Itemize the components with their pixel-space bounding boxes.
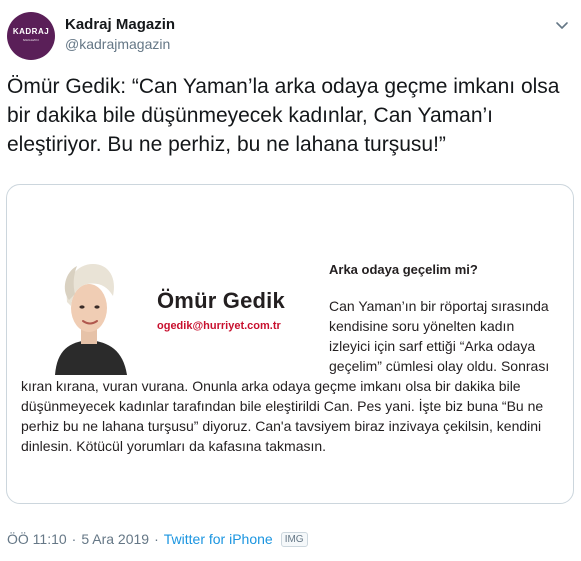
author-photo bbox=[55, 264, 127, 375]
chevron-down-icon[interactable] bbox=[553, 16, 571, 34]
author-name: Ömür Gedik bbox=[157, 288, 285, 313]
tweet-text: Ömür Gedik: “Can Yaman’la arka odaya geç… bbox=[7, 75, 560, 156]
account-info[interactable]: Kadraj Magazin @kadrajmagazin bbox=[65, 15, 175, 54]
avatar-logo: KADRAJ MAGAZIN bbox=[13, 28, 49, 44]
newspaper-clipping: Ömür Gedik ogedik@hurriyet.com.tr Arka o… bbox=[15, 210, 555, 470]
column-title: Arka odaya geçelim mi? bbox=[329, 262, 478, 277]
img-badge-icon[interactable]: IMG bbox=[280, 531, 308, 547]
display-name[interactable]: Kadraj Magazin bbox=[65, 15, 175, 34]
avatar-subtext: MAGAZIN bbox=[23, 38, 39, 42]
separator: · bbox=[71, 531, 77, 547]
tweet-footer: ÖÖ 11:10 · 5 Ara 2019 · Twitter for iPho… bbox=[7, 528, 308, 550]
avatar[interactable]: KADRAJ MAGAZIN bbox=[7, 12, 55, 60]
tweet: KADRAJ MAGAZIN Kadraj Magazin @kadrajmag… bbox=[0, 0, 581, 561]
column-paragraph-2: kıran kırana, vuran vurana. Onunla arka … bbox=[21, 378, 544, 454]
tweet-time[interactable]: ÖÖ 11:10 bbox=[7, 531, 67, 547]
tweet-header: KADRAJ MAGAZIN Kadraj Magazin @kadrajmag… bbox=[7, 12, 573, 60]
handle[interactable]: @kadrajmagazin bbox=[65, 34, 175, 54]
avatar-text: KADRAJ bbox=[12, 27, 50, 36]
column-paragraph-1: Can Yaman’ın bir röportaj sırasında kend… bbox=[329, 298, 550, 374]
tweet-source-link[interactable]: Twitter for iPhone bbox=[164, 531, 273, 547]
tweet-media[interactable]: Ömür Gedik ogedik@hurriyet.com.tr Arka o… bbox=[6, 184, 574, 504]
tweet-date[interactable]: 5 Ara 2019 bbox=[81, 531, 149, 547]
author-email: ogedik@hurriyet.com.tr bbox=[157, 320, 281, 332]
separator: · bbox=[154, 531, 159, 547]
